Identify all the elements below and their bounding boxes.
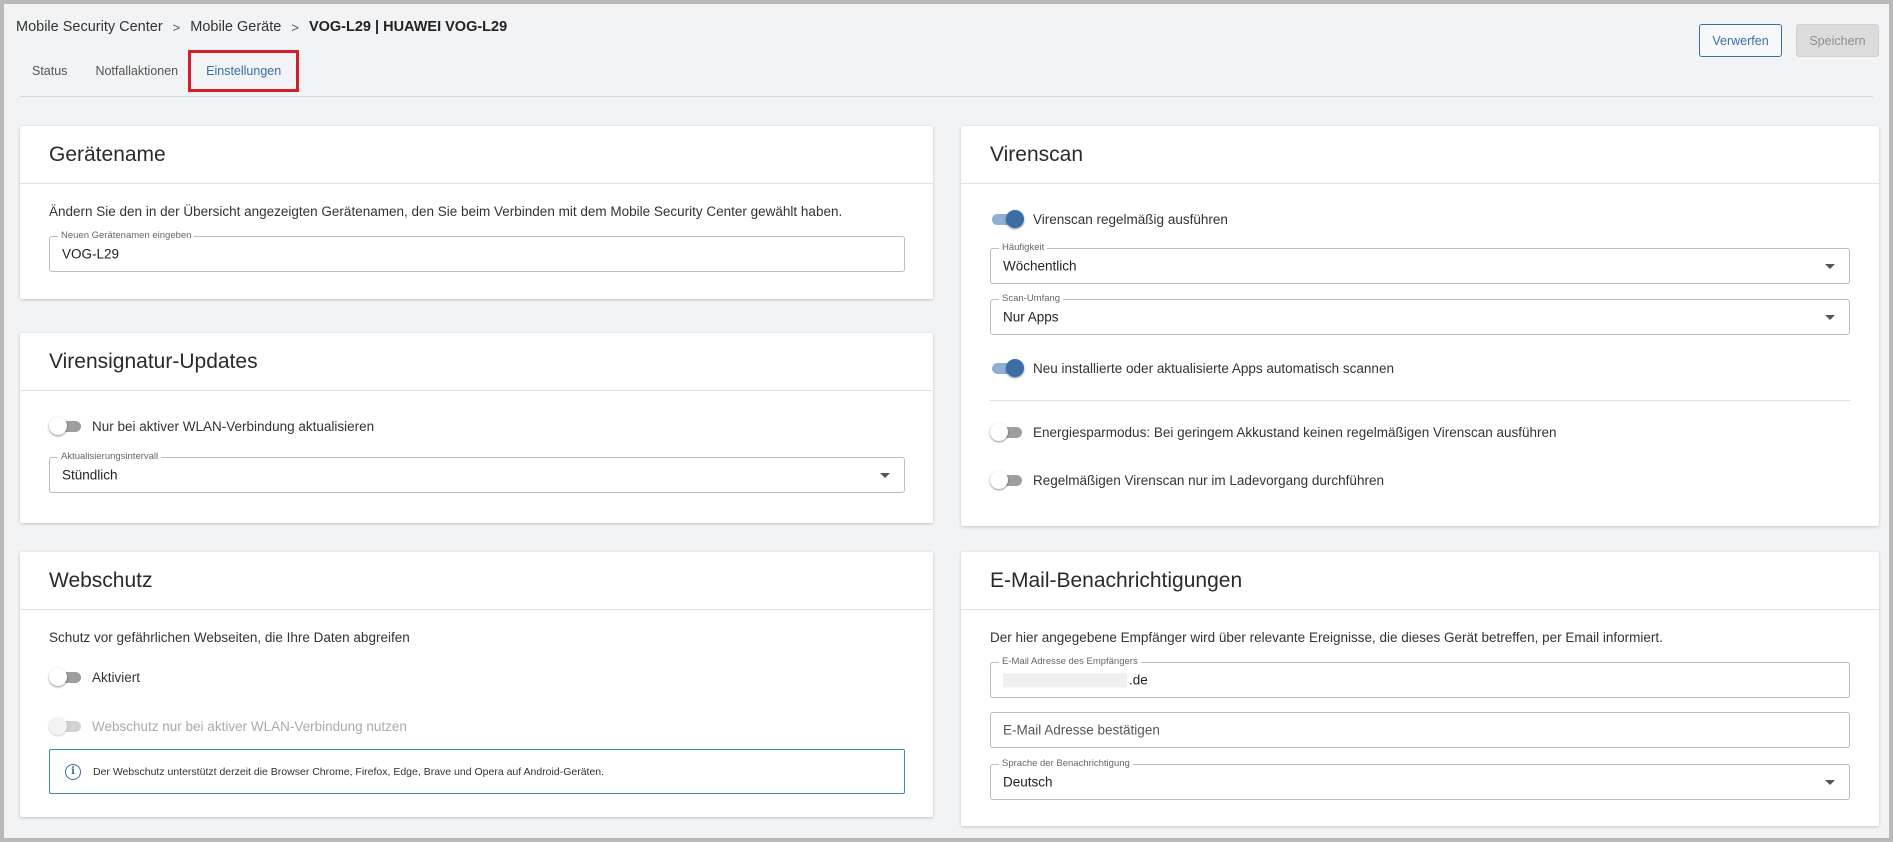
tab-status[interactable]: Status: [20, 56, 79, 86]
card-title: E-Mail-Benachrichtigungen: [961, 552, 1879, 610]
update-interval-select[interactable]: Aktualisierungsintervall Stündlich: [49, 451, 905, 493]
toggle-label: Webschutz nur bei aktiver WLAN-Verbindun…: [92, 718, 407, 734]
field-value: Nur Apps: [1003, 309, 1059, 325]
regular-scan-row: Virenscan regelmäßig ausführen: [990, 209, 1228, 229]
energy-save-row: Energiesparmodus: Bei geringem Akkustand…: [990, 422, 1557, 442]
card-title: Virenscan: [961, 126, 1879, 184]
web-protection-wlan-toggle: [49, 716, 83, 736]
field-label: Neuen Gerätenamen eingeben: [58, 230, 195, 241]
discard-button[interactable]: Verwerfen: [1699, 24, 1782, 57]
toggle-label: Energiesparmodus: Bei geringem Akkustand…: [1033, 424, 1557, 440]
wlan-update-toggle[interactable]: [49, 416, 83, 436]
field-label: Scan-Umfang: [999, 293, 1064, 304]
auto-scan-row: Neu installierte oder aktualisierte Apps…: [990, 358, 1394, 378]
section-divider: [990, 400, 1850, 401]
tab-divider: [20, 96, 1873, 97]
energy-save-toggle[interactable]: [990, 422, 1024, 442]
toggle-label: Nur bei aktiver WLAN-Verbindung aktualis…: [92, 418, 375, 434]
notification-language-select[interactable]: Sprache der Benachrichtigung Deutsch: [990, 758, 1850, 800]
caret-down-icon: [1825, 780, 1835, 785]
breadcrumb: Mobile Security Center > Mobile Geräte >…: [16, 19, 507, 35]
card-title: Webschutz: [20, 552, 933, 610]
virus-scan-card: Virenscan Virenscan regelmäßig ausführen…: [961, 126, 1879, 526]
signature-updates-card: Virensignatur-Updates Nur bei aktiver WL…: [20, 333, 933, 523]
web-protection-enabled-row: Aktiviert: [49, 667, 140, 687]
web-protection-wlan-row: Webschutz nur bei aktiver WLAN-Verbindun…: [49, 716, 407, 736]
web-protection-enabled-toggle[interactable]: [49, 667, 83, 687]
email-notifications-card: E-Mail-Benachrichtigungen Der hier angeg…: [961, 552, 1879, 826]
browser-support-info: i Der Webschutz unterstützt derzeit die …: [49, 749, 905, 794]
caret-down-icon: [880, 473, 890, 478]
scan-frequency-select[interactable]: Häufigkeit Wöchentlich: [990, 242, 1850, 284]
field-value: Deutsch: [1003, 774, 1053, 790]
email-description: Der hier angegebene Empfänger wird über …: [990, 630, 1663, 645]
top-bar: Mobile Security Center > Mobile Geräte >…: [4, 4, 1889, 100]
toggle-label: Neu installierte oder aktualisierte Apps…: [1033, 360, 1394, 376]
web-protection-card: Webschutz Schutz vor gefährlichen Websei…: [20, 552, 933, 817]
toggle-label: Aktiviert: [92, 669, 141, 685]
auto-scan-toggle[interactable]: [990, 358, 1024, 378]
toggle-label: Regelmäßigen Virenscan nur im Ladevorgan…: [1033, 472, 1384, 488]
field-label: Sprache der Benachrichtigung: [999, 758, 1133, 769]
field-label: Aktualisierungsintervall: [58, 451, 162, 462]
breadcrumb-item-devices[interactable]: Mobile Geräte: [190, 19, 281, 35]
field-value: Stündlich: [62, 467, 118, 483]
field-label: Häufigkeit: [999, 242, 1048, 253]
info-icon: i: [65, 763, 81, 780]
card-title: Gerätename: [20, 126, 933, 184]
email-suffix: .de: [1129, 672, 1148, 688]
card-title: Virensignatur-Updates: [20, 333, 933, 391]
wlan-update-toggle-row: Nur bei aktiver WLAN-Verbindung aktualis…: [49, 416, 374, 436]
device-name-input[interactable]: Neuen Gerätenamen eingeben VOG-L29: [49, 230, 905, 272]
device-name-card: Gerätename Ändern Sie den in der Übersic…: [20, 126, 933, 299]
field-label: E-Mail Adresse des Empfängers: [999, 656, 1141, 667]
chevron-right-icon: >: [291, 19, 299, 35]
scan-scope-select[interactable]: Scan-Umfang Nur Apps: [990, 293, 1850, 335]
breadcrumb-item-security-center[interactable]: Mobile Security Center: [16, 19, 163, 35]
charging-only-toggle[interactable]: [990, 470, 1024, 490]
field-value: .de: [1003, 672, 1148, 688]
regular-scan-toggle[interactable]: [990, 209, 1024, 229]
breadcrumb-current: VOG-L29 | HUAWEI VOG-L29: [308, 19, 508, 35]
web-protection-description: Schutz vor gefährlichen Webseiten, die I…: [49, 630, 410, 645]
recipient-email-input[interactable]: E-Mail Adresse des Empfängers .de: [990, 656, 1850, 698]
tab-notfallaktionen[interactable]: Notfallaktionen: [83, 56, 190, 86]
charging-only-row: Regelmäßigen Virenscan nur im Ladevorgan…: [990, 470, 1384, 490]
save-button[interactable]: Speichern: [1796, 24, 1879, 57]
toggle-label: Virenscan regelmäßig ausführen: [1033, 211, 1228, 227]
tab-bar: Status Notfallaktionen Einstellungen: [20, 50, 300, 92]
confirm-email-input[interactable]: E-Mail Adresse bestätigen: [990, 712, 1850, 748]
tab-einstellungen[interactable]: Einstellungen: [188, 50, 300, 92]
info-text: Der Webschutz unterstützt derzeit die Br…: [93, 765, 605, 778]
caret-down-icon: [1825, 315, 1835, 320]
field-value: VOG-L29: [62, 246, 120, 262]
redacted-text: [1003, 673, 1127, 688]
caret-down-icon: [1825, 264, 1835, 269]
field-value: Wöchentlich: [1003, 258, 1077, 274]
chevron-right-icon: >: [172, 19, 181, 35]
device-name-description: Ändern Sie den in der Übersicht angezeig…: [49, 204, 843, 219]
field-placeholder: E-Mail Adresse bestätigen: [1003, 722, 1160, 738]
